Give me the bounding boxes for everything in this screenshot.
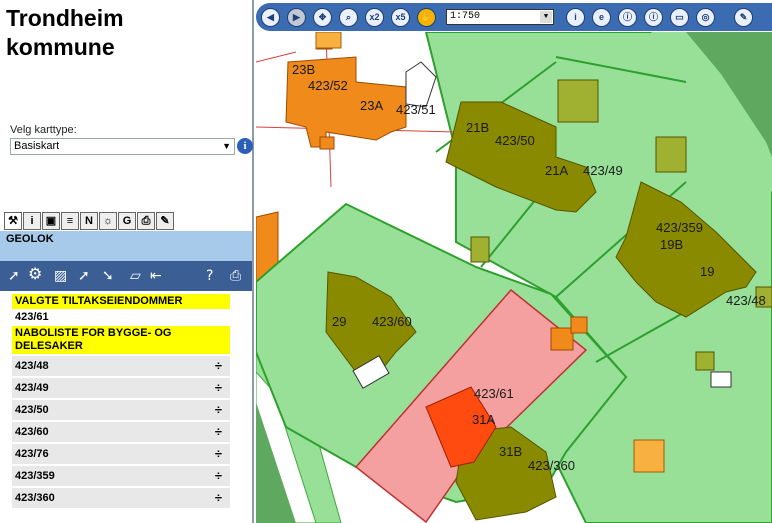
map-label: 19B — [660, 237, 683, 252]
map-type-label: Velg karttype: — [10, 124, 77, 136]
info-list-icon[interactable]: ⓘ — [644, 8, 663, 27]
measure-icon[interactable]: ▭ — [670, 8, 689, 27]
remove-neighbor-icon[interactable]: ÷ — [215, 422, 222, 442]
scale-value: 1:750 — [450, 11, 481, 22]
pencil-icon[interactable]: ✎ — [734, 8, 753, 27]
sun-tab-icon[interactable]: ☼ — [99, 212, 117, 230]
zoom-x5-button[interactable]: x5 — [391, 8, 410, 27]
help-icon[interactable]: ? — [206, 269, 213, 283]
map-type-value: Basiskart — [14, 140, 60, 152]
select-area-icon[interactable]: ▨ — [54, 269, 67, 283]
map-canvas[interactable]: 23B 423/52 23A 423/51 21B 423/50 21A 423… — [256, 32, 772, 523]
layers-tab-icon[interactable]: ≡ — [61, 212, 79, 230]
selection-toolbar: ➚ ⚙ ▨ ➚ ➘ ▱ ⇤ ? ⎙ — [0, 261, 252, 291]
layer-header: GEOLOK — [0, 231, 252, 261]
map-label: 29 — [332, 314, 346, 329]
remove-neighbor-icon[interactable]: ÷ — [215, 400, 222, 420]
map-label: 19 — [700, 264, 714, 279]
info-tab-icon[interactable]: i — [23, 212, 41, 230]
layer-tools: ⚒ i ▣ ≡ N ☼ G ⎙ ✎ — [4, 212, 174, 230]
neighbor-id: 423/359 — [15, 470, 55, 482]
map-label: 423/49 — [583, 163, 623, 178]
chevron-down-icon: ▼ — [540, 11, 552, 23]
property-list: VALGTE TILTAKSEIENDOMMER 423/61 NABOLIST… — [12, 294, 230, 508]
info-point-icon[interactable]: ⓘ — [618, 8, 637, 27]
left-panel: Trondheim kommune Velg karttype: Basiska… — [0, 0, 254, 523]
map-label: 23B — [292, 62, 315, 77]
map-label: 423/52 — [308, 78, 348, 93]
map-toolbar: ◀ ▶ ✥ ⌕ x2 x5 ✋ 1:750 ▼ i e ⓘ ⓘ ▭ ◎ ✎ — [256, 3, 772, 31]
map-label: 423/60 — [372, 314, 412, 329]
legend-tab-icon[interactable]: ▣ — [42, 212, 60, 230]
remove-select-icon[interactable]: ➘ — [102, 269, 114, 283]
pan-icon[interactable]: ✥ — [313, 8, 332, 27]
neighbor-row[interactable]: 423/76 ÷ — [12, 444, 230, 464]
info-icon[interactable]: i — [237, 138, 253, 154]
print-tab-icon[interactable]: ⎙ — [137, 212, 155, 230]
e-button[interactable]: e — [592, 8, 611, 27]
neighbor-id: 423/50 — [15, 404, 49, 416]
neighbor-row[interactable]: 423/49 ÷ — [12, 378, 230, 398]
map-label: 423/48 — [726, 293, 766, 308]
clear-icon[interactable]: ◎ — [696, 8, 715, 27]
neighbor-id: 423/48 — [15, 360, 49, 372]
forward-icon[interactable]: ▶ — [287, 8, 306, 27]
map-label: 423/61 — [474, 386, 514, 401]
map-label: 31A — [472, 412, 495, 427]
remove-neighbor-icon[interactable]: ÷ — [215, 378, 222, 398]
scale-select[interactable]: 1:750 ▼ — [446, 9, 554, 25]
zoom-icon[interactable]: ⌕ — [339, 8, 358, 27]
print-icon[interactable]: ⎙ — [230, 269, 241, 283]
remove-neighbor-icon[interactable]: ÷ — [215, 466, 222, 486]
map-label: 21B — [466, 120, 489, 135]
info-button[interactable]: i — [566, 8, 585, 27]
pointer-icon[interactable]: ➚ — [8, 269, 20, 283]
neighbor-id: 423/360 — [15, 492, 55, 504]
back-arrow-icon[interactable]: ⇤ — [150, 269, 162, 283]
gear-icon[interactable]: ⚙ — [28, 266, 42, 282]
neighbor-id: 423/76 — [15, 448, 49, 460]
neighbor-row[interactable]: 423/359 ÷ — [12, 466, 230, 486]
eraser-icon[interactable]: ▱ — [130, 269, 141, 283]
neighbor-row[interactable]: 423/360 ÷ — [12, 488, 230, 508]
map-label: 423/51 — [396, 102, 436, 117]
map-type-select[interactable]: Basiskart ▼ — [10, 138, 235, 155]
neighbor-id: 423/60 — [15, 426, 49, 438]
layer-title: GEOLOK — [6, 233, 54, 245]
back-icon[interactable]: ◀ — [261, 8, 280, 27]
neighbor-row[interactable]: 423/50 ÷ — [12, 400, 230, 420]
map-label: 423/359 — [656, 220, 703, 235]
map-view[interactable]: 23B 423/52 23A 423/51 21B 423/50 21A 423… — [256, 32, 772, 523]
selected-item[interactable]: 423/61 — [12, 309, 230, 326]
map-label: 23A — [360, 98, 383, 113]
hand-icon[interactable]: ✋ — [417, 8, 436, 27]
remove-neighbor-icon[interactable]: ÷ — [215, 356, 222, 376]
edit-tab-icon[interactable]: ✎ — [156, 212, 174, 230]
north-tab-icon[interactable]: N — [80, 212, 98, 230]
map-label: 423/360 — [528, 458, 575, 473]
neighbor-id: 423/49 — [15, 382, 49, 394]
remove-neighbor-icon[interactable]: ÷ — [215, 488, 222, 508]
tools-tab-icon[interactable]: ⚒ — [4, 212, 22, 230]
neighbor-row[interactable]: 423/48 ÷ — [12, 356, 230, 376]
geolok-tab-icon[interactable]: G — [118, 212, 136, 230]
map-label: 21A — [545, 163, 568, 178]
remove-neighbor-icon[interactable]: ÷ — [215, 444, 222, 464]
neighbor-row[interactable]: 423/60 ÷ — [12, 422, 230, 442]
map-label: 31B — [499, 444, 522, 459]
selected-header: VALGTE TILTAKSEIENDOMMER — [12, 294, 230, 309]
neighbors-header: NABOLISTE FOR BYGGE- OG DELESAKER — [12, 326, 230, 354]
municipality-title: Trondheim kommune — [6, 5, 124, 60]
map-label: 423/50 — [495, 133, 535, 148]
zoom-x2-button[interactable]: x2 — [365, 8, 384, 27]
add-select-icon[interactable]: ➚ — [78, 269, 90, 283]
chevron-down-icon: ▼ — [222, 141, 231, 151]
